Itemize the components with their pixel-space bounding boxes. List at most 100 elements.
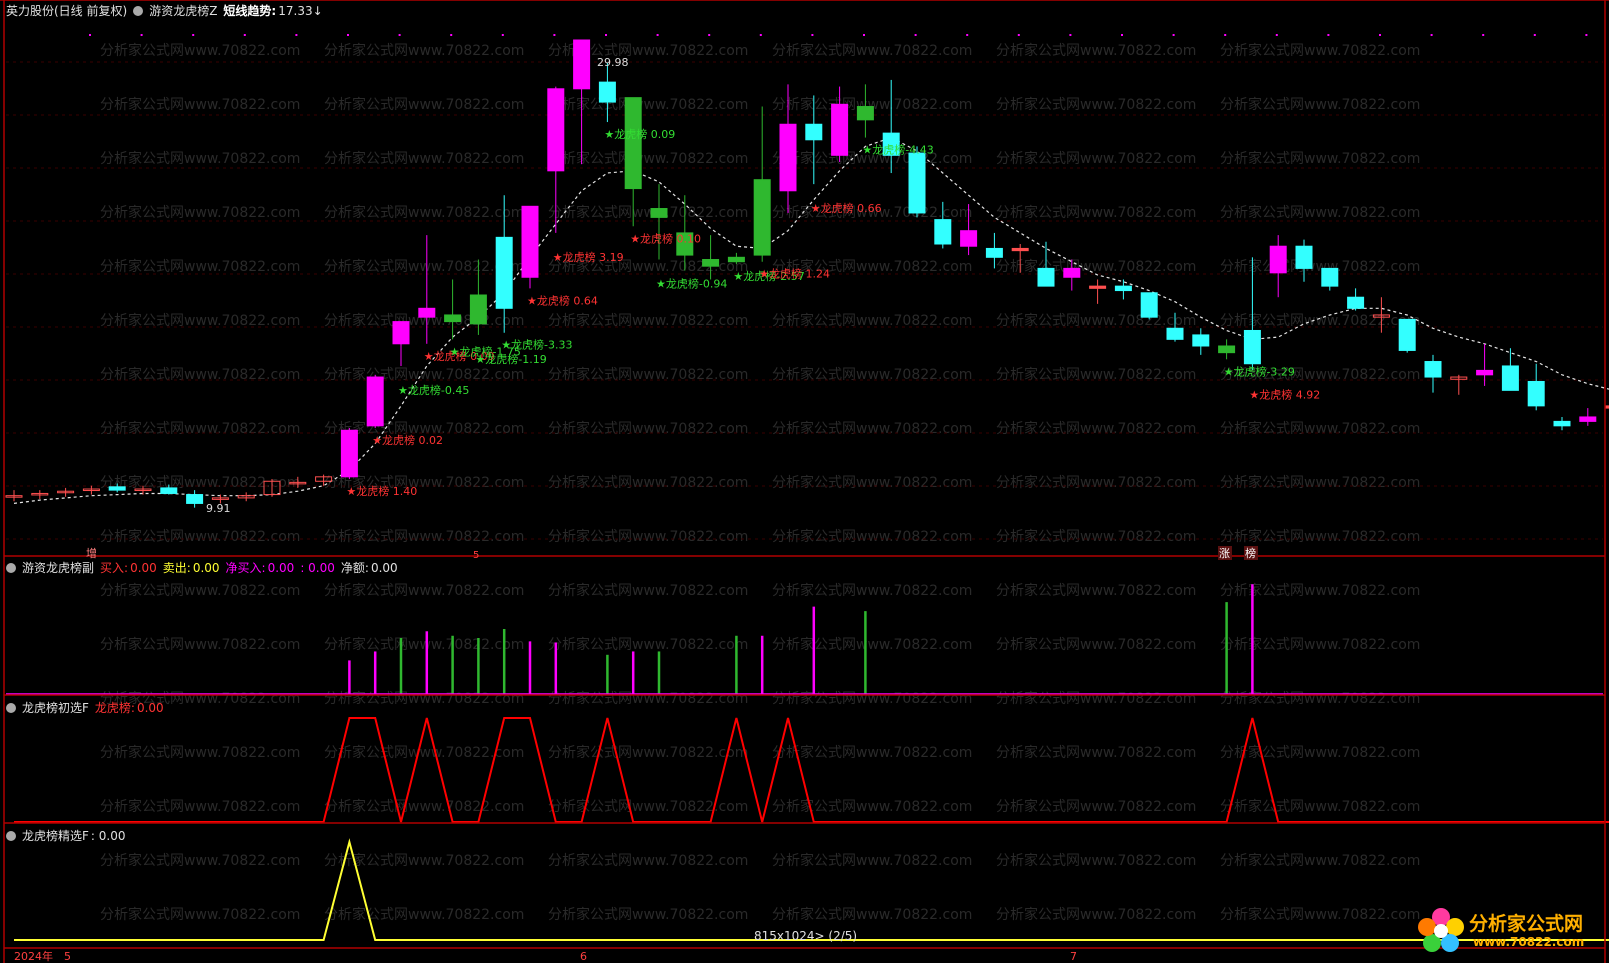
watermark-text: 分析家公式网www.70822.com <box>100 744 300 761</box>
watermark-text: 分析家公式网www.70822.com <box>324 690 524 707</box>
candle-body <box>1424 361 1442 378</box>
watermark-text: 分析家公式网www.70822.com <box>1220 528 1420 545</box>
stock-name: 英力股份(日线 前复权) <box>6 4 128 18</box>
annotation-label: ★龙虎榜 1.24 <box>759 267 830 281</box>
watermark-text: 分析家公式网www.70822.com <box>772 42 972 59</box>
sell-label: 卖出: <box>162 561 191 575</box>
annotation-label: ★龙虎榜 1.40 <box>346 484 417 498</box>
annotation-label: ★龙虎榜-4.43 <box>862 143 933 157</box>
watermark-text: 分析家公式网www.70822.com <box>996 420 1196 437</box>
watermark-text: 分析家公式网www.70822.com <box>100 150 300 167</box>
candle-body <box>1295 245 1313 269</box>
watermark-text: 分析家公式网www.70822.com <box>1220 204 1420 221</box>
watermark-text: 分析家公式网www.70822.com <box>548 744 748 761</box>
watermark-text: 分析家公式网www.70822.com <box>772 906 972 923</box>
marker-bang: 榜 <box>1245 546 1256 560</box>
watermark-text: 分析家公式网www.70822.com <box>1220 690 1420 707</box>
annotation-label: ★龙虎榜 0.64 <box>527 293 598 307</box>
sell-value: 0.00 <box>192 561 220 575</box>
top-dot <box>966 34 969 36</box>
top-dot <box>398 34 401 36</box>
buy-value: 0.00 <box>130 561 157 575</box>
top-dot <box>140 34 143 36</box>
watermark-text: 分析家公式网www.70822.com <box>1220 420 1420 437</box>
watermark-text: 分析家公式网www.70822.com <box>996 366 1196 383</box>
net-label: 净额: <box>340 561 369 575</box>
candle-body <box>1476 369 1494 376</box>
top-dot <box>1172 34 1175 36</box>
watermark-text: 分析家公式网www.70822.com <box>100 636 300 653</box>
sub3-header: 龙虎榜精选F: 0.00 <box>6 828 131 844</box>
sub1-toggle-icon[interactable] <box>6 563 16 573</box>
watermark-text: 分析家公式网www.70822.com <box>100 420 300 437</box>
watermark-text: 分析家公式网www.70822.com <box>100 366 300 383</box>
watermark-text: 分析家公式网www.70822.com <box>1220 906 1420 923</box>
watermark-text: 分析家公式网www.70822.com <box>1220 150 1420 167</box>
watermark-text: 分析家公式网www.70822.com <box>324 42 524 59</box>
top-dot <box>914 34 917 36</box>
candle-body <box>392 321 410 345</box>
sub2-label: 龙虎榜: <box>94 701 135 715</box>
indicator-name: 游资龙虎榜Z <box>149 4 218 18</box>
flower-logo-icon <box>1418 908 1464 952</box>
candle-body <box>1527 380 1545 407</box>
sub2-toggle-icon[interactable] <box>6 703 16 713</box>
chart-stage[interactable]: 分析家公式网www.70822.com 分析家公式网www.70822.com 分析… <box>0 0 1609 963</box>
watermark-text: 分析家公式网www.70822.com <box>548 906 748 923</box>
watermark-text: 分析家公式网www.70822.com <box>100 528 300 545</box>
annotation-label: ★龙虎榜 0.02 <box>372 433 443 447</box>
watermark-text: 分析家公式网www.70822.com <box>1220 42 1420 59</box>
top-dot <box>1533 34 1536 36</box>
top-dot <box>347 34 349 36</box>
candle-body <box>366 376 384 427</box>
candle-body <box>831 103 849 156</box>
top-dot <box>501 34 504 36</box>
sub1-name: 游资龙虎榜副 <box>22 561 95 575</box>
candle-body <box>547 88 565 172</box>
sub3-toggle-icon[interactable] <box>6 831 16 841</box>
candle-body <box>960 230 978 247</box>
watermark-text: 分析家公式网www.70822.com <box>996 528 1196 545</box>
sub2-value: 0.00 <box>136 701 164 715</box>
watermark-text: 分析家公式网www.70822.com <box>996 582 1196 599</box>
watermark-text: 分析家公式网www.70822.com <box>772 852 972 869</box>
candle-body <box>521 205 539 278</box>
annotation-label: ★龙虎榜-0.94 <box>656 277 727 291</box>
top-dot <box>605 34 607 36</box>
candle-body <box>753 179 771 256</box>
logo-url: www.70822.com <box>1473 935 1585 949</box>
top-dot <box>89 34 91 36</box>
candle-body <box>1321 267 1339 287</box>
marker-wu: 5 <box>473 550 479 561</box>
watermark-text: 分析家公式网www.70822.com <box>996 852 1196 869</box>
top-dot <box>1379 34 1381 36</box>
watermark-text: 分析家公式网www.70822.com <box>324 258 524 275</box>
candle-body <box>495 236 513 309</box>
watermark-text: 分析家公式网www.70822.com <box>100 258 300 275</box>
candle-body <box>186 494 204 504</box>
top-dot <box>1585 34 1588 36</box>
candle-body <box>1243 329 1261 365</box>
watermark-text: 分析家公式网www.70822.com <box>100 906 300 923</box>
low-price-label: 9.91 <box>206 502 231 515</box>
candle-body <box>1089 285 1107 289</box>
year-label: 2024年 <box>14 949 53 963</box>
candle-body <box>444 314 462 323</box>
month-7-label: 7 <box>1070 950 1077 963</box>
watermark-text: 分析家公式网www.70822.com <box>548 312 748 329</box>
candle-body <box>108 486 126 491</box>
watermark-text: 分析家公式网www.70822.com <box>548 366 748 383</box>
watermark-text: 分析家公式网www.70822.com <box>1220 798 1420 815</box>
annotation-label: ★龙虎榜 4.92 <box>1249 387 1320 401</box>
watermark-text: 分析家公式网www.70822.com <box>1220 582 1420 599</box>
candle-body <box>573 39 591 90</box>
candle-body <box>1398 318 1416 351</box>
candle-body <box>934 219 952 245</box>
watermark-text: 分析家公式网www.70822.com <box>1220 258 1420 275</box>
top-dot <box>450 34 453 36</box>
top-dot <box>1121 34 1123 36</box>
indicator-toggle-icon[interactable] <box>133 6 144 16</box>
watermark-text: 分析家公式网www.70822.com <box>996 636 1196 653</box>
top-dot <box>192 34 195 36</box>
top-dot <box>1275 34 1278 36</box>
